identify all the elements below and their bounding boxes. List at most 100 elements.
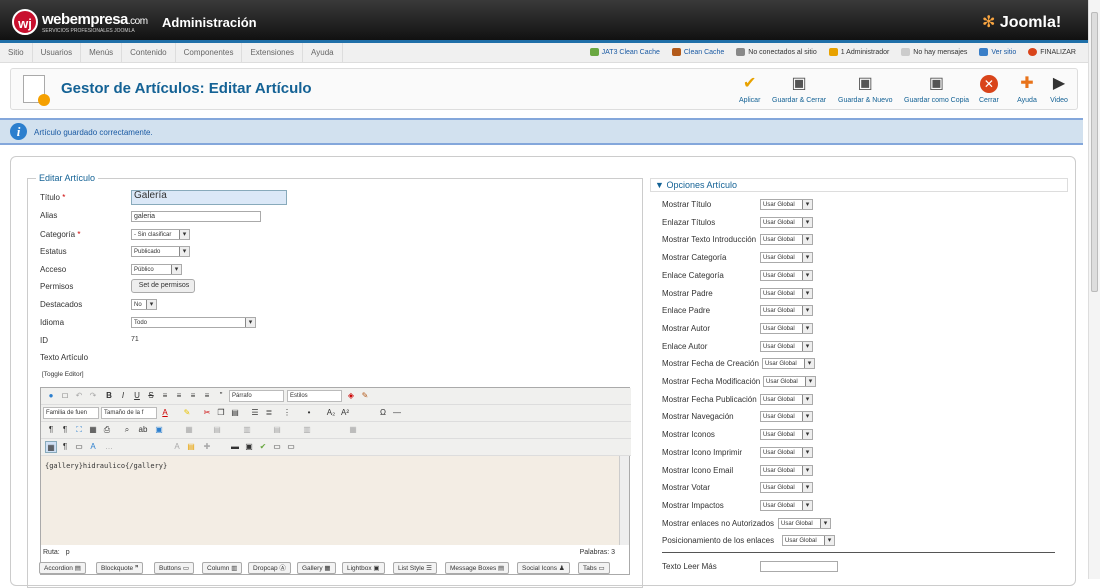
align-center-icon[interactable]: ≡ bbox=[187, 390, 199, 402]
font-family-select[interactable]: Familia de fuen bbox=[43, 407, 99, 419]
save-new-button[interactable]: ▣ Guardar & Nuevo bbox=[838, 75, 892, 104]
ltr-icon[interactable]: ¶ bbox=[45, 424, 57, 436]
spell-icon[interactable]: ✔ bbox=[257, 441, 269, 453]
editor-scrollbar[interactable] bbox=[619, 456, 629, 545]
option-select[interactable]: Usar Global bbox=[760, 216, 813, 228]
option-select[interactable]: Usar Global bbox=[760, 252, 813, 264]
help-icon[interactable]: ● bbox=[45, 390, 57, 402]
save-copy-button[interactable]: ▣ Guardar como Copia bbox=[904, 75, 969, 104]
language-select[interactable]: Todo bbox=[131, 317, 256, 328]
cell-merge-icon[interactable]: ▤ bbox=[271, 424, 283, 436]
option-select[interactable]: Usar Global bbox=[760, 234, 813, 246]
redo-icon[interactable]: ↷ bbox=[87, 390, 99, 402]
table-icon[interactable]: ▦ bbox=[183, 424, 195, 436]
access-select[interactable]: Público bbox=[131, 264, 182, 275]
code-icon[interactable]: ▣ bbox=[243, 441, 255, 453]
plugin-social-icons-button[interactable]: Social Icons ♟ bbox=[517, 562, 570, 574]
bold-icon[interactable]: B bbox=[103, 390, 115, 402]
numbered-list-icon[interactable]: ⋮ bbox=[281, 407, 293, 419]
styles-select[interactable]: Estilos bbox=[287, 390, 342, 402]
menu-item-extensiones[interactable]: Extensiones bbox=[242, 43, 304, 63]
option-select[interactable]: Usar Global bbox=[760, 287, 813, 299]
option-select[interactable]: Usar Global bbox=[760, 464, 813, 476]
plugin-list-style-button[interactable]: List Style ☰ bbox=[393, 562, 438, 574]
insert-icon[interactable]: … bbox=[103, 441, 115, 453]
horizontal-rule-icon[interactable]: — bbox=[391, 407, 403, 419]
image-icon[interactable]: ▣ bbox=[153, 424, 165, 436]
alias-input[interactable]: galeria bbox=[131, 211, 261, 222]
option-select[interactable]: Usar Global bbox=[763, 376, 816, 387]
option-select[interactable]: Usar Global bbox=[760, 393, 813, 405]
pagebreak-icon[interactable]: ▭ bbox=[271, 441, 283, 453]
toggle-editor-link[interactable]: [Toggle Editor] bbox=[42, 371, 84, 378]
help-button[interactable]: ✚ Ayuda bbox=[1017, 75, 1037, 104]
cut-icon[interactable]: ✂ bbox=[201, 407, 213, 419]
plugin-gallery-button[interactable]: Gallery ▦ bbox=[297, 562, 336, 574]
menu-item-usuarios[interactable]: Usuarios bbox=[33, 43, 82, 63]
subscript-icon[interactable]: A₂ bbox=[325, 407, 337, 419]
option-select[interactable]: Usar Global bbox=[760, 411, 813, 423]
text-color-icon[interactable]: A bbox=[159, 407, 171, 419]
layer-icon[interactable]: ✚ bbox=[201, 441, 213, 453]
paragraph-select[interactable]: Párrafo bbox=[229, 390, 284, 402]
option-select[interactable]: Usar Global bbox=[760, 429, 813, 441]
preview-icon[interactable]: ▦ bbox=[87, 424, 99, 436]
undo-icon[interactable]: ↶ bbox=[73, 390, 85, 402]
strikethrough-icon[interactable]: S bbox=[145, 390, 157, 402]
align-right-icon[interactable]: ≡ bbox=[201, 390, 213, 402]
plugin-lightbox-button[interactable]: Lightbox ▣ bbox=[342, 562, 385, 574]
view-site-link[interactable]: Ver sitio bbox=[979, 48, 1016, 57]
highlight-icon[interactable]: ✎ bbox=[181, 407, 193, 419]
option-select[interactable]: Usar Global bbox=[760, 446, 813, 458]
indent-icon[interactable]: ≣ bbox=[263, 407, 275, 419]
option-select[interactable]: Usar Global bbox=[760, 322, 813, 334]
menu-item-sitio[interactable]: Sitio bbox=[0, 43, 33, 63]
spellcheck-icon[interactable]: ab bbox=[137, 424, 149, 436]
logout-link[interactable]: FINALIZAR bbox=[1028, 48, 1076, 57]
abbr-icon[interactable]: ▭ bbox=[73, 441, 85, 453]
omega-icon[interactable]: Ω bbox=[377, 407, 389, 419]
plugin-buttons-button[interactable]: Buttons ▭ bbox=[154, 562, 194, 574]
justify-full-icon[interactable]: ≡ bbox=[159, 390, 171, 402]
close-button[interactable]: ✕ Cerrar bbox=[979, 75, 999, 104]
menu-item-componentes[interactable]: Componentes bbox=[176, 43, 243, 63]
template-icon[interactable]: ▤ bbox=[185, 441, 197, 453]
category-select[interactable]: - Sin clasificar bbox=[131, 229, 190, 240]
print-icon[interactable]: ⎙ bbox=[101, 424, 113, 436]
paste-icon[interactable]: ▤ bbox=[229, 407, 241, 419]
readmore-text-input[interactable] bbox=[760, 561, 838, 572]
menu-item-menus[interactable]: Menús bbox=[81, 43, 123, 63]
bullet-list-icon[interactable]: • bbox=[303, 407, 315, 419]
media-icon[interactable]: ▬ bbox=[229, 441, 241, 453]
messages-status[interactable]: No hay mensajes bbox=[901, 48, 967, 57]
list-icon[interactable]: ☰ bbox=[249, 407, 261, 419]
plugin-blockquote-button[interactable]: Blockquote ❞ bbox=[96, 562, 144, 574]
show-blocks-icon[interactable]: ¶ bbox=[59, 441, 71, 453]
permissions-button[interactable]: Set de permisos bbox=[131, 279, 195, 293]
editor-content-area[interactable]: {gallery}hidraulico{/gallery} bbox=[41, 456, 629, 545]
option-select[interactable]: Usar Global bbox=[760, 340, 813, 352]
plugin-tabs-button[interactable]: Tabs ▭ bbox=[578, 562, 610, 574]
column-insert-icon[interactable]: ▥ bbox=[241, 424, 253, 436]
attribs-icon[interactable]: A bbox=[171, 441, 183, 453]
menu-item-ayuda[interactable]: Ayuda bbox=[303, 43, 343, 63]
plugin-dropcap-button[interactable]: Dropcap Ⓐ bbox=[248, 562, 291, 574]
page-scrollbar[interactable] bbox=[1088, 0, 1100, 579]
copy-icon[interactable]: ❐ bbox=[215, 407, 227, 419]
scrollbar-thumb[interactable] bbox=[1091, 12, 1098, 292]
menu-item-contenido[interactable]: Contenido bbox=[122, 43, 176, 63]
plugin-column-button[interactable]: Column ▥ bbox=[202, 562, 243, 574]
cleanup-icon[interactable]: ✎ bbox=[359, 390, 371, 402]
find-icon[interactable]: ⌕ bbox=[121, 424, 133, 436]
path-value[interactable]: p bbox=[66, 549, 70, 556]
underline-icon[interactable]: U bbox=[131, 390, 143, 402]
table-props-icon[interactable]: ▦ bbox=[347, 424, 359, 436]
option-select[interactable]: Usar Global bbox=[778, 517, 831, 529]
option-select[interactable]: Usar Global bbox=[762, 358, 815, 370]
cell-split-icon[interactable]: ▥ bbox=[301, 424, 313, 436]
apply-button[interactable]: ✔ Aplicar bbox=[739, 75, 760, 104]
align-left-icon[interactable]: ≡ bbox=[173, 390, 185, 402]
featured-select[interactable]: No bbox=[131, 299, 157, 310]
option-select[interactable]: Usar Global bbox=[782, 535, 835, 547]
plugin-message-boxes-button[interactable]: Message Boxes ▤ bbox=[445, 562, 510, 574]
